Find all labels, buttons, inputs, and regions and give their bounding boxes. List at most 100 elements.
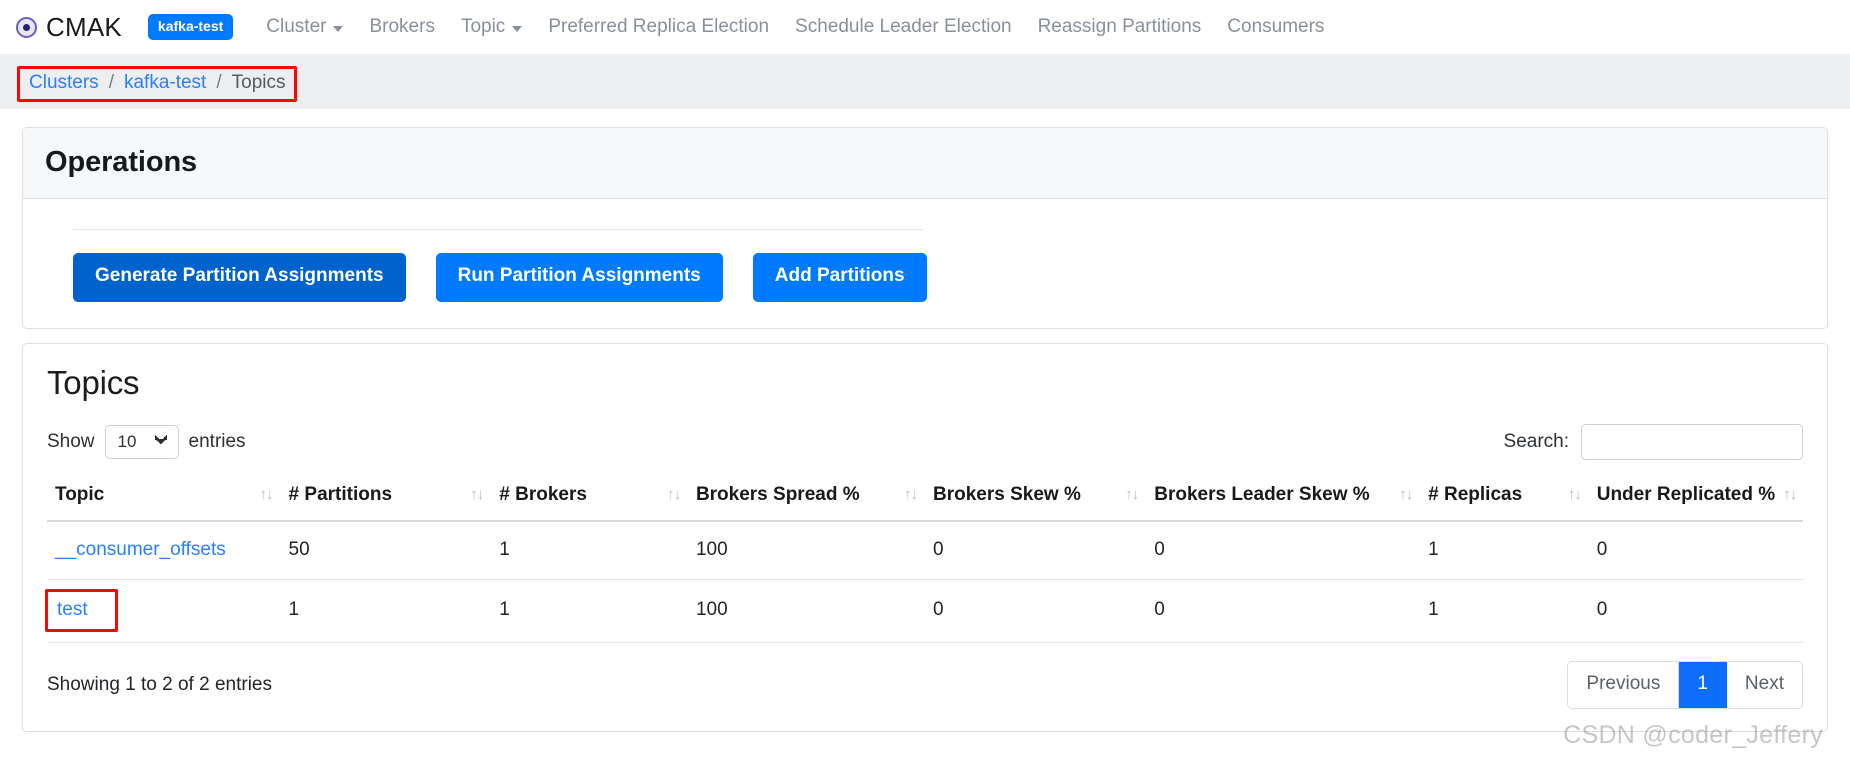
chevron-down-icon [333, 26, 344, 32]
cluster-badge[interactable]: kafka-test [147, 14, 234, 40]
cell-under-replicated: 0 [1588, 579, 1803, 643]
table-footer: Showing 1 to 2 of 2 entries Previous 1 N… [47, 643, 1803, 721]
nav-item-label: Consumers [1227, 16, 1325, 37]
topics-table-head: Topic ↑↓ # Partitions ↑↓ # Brokers ↑↓ Br… [47, 473, 1803, 522]
breadcrumb-item-clusters[interactable]: Clusters [29, 72, 99, 94]
cell-topic: __consumer_offsets [47, 520, 281, 580]
breadcrumb-item-kafka-test[interactable]: kafka-test [124, 72, 206, 94]
topic-link[interactable]: test [57, 599, 88, 620]
sort-updown-icon: ↑↓ [1567, 486, 1582, 504]
nav-item-reassign-partitions[interactable]: Reassign Partitions [1025, 16, 1215, 38]
breadcrumb-separator: / [108, 72, 114, 93]
operations-card-body: Generate Partition Assignments Run Parti… [23, 199, 1827, 328]
column-header-brokers-spread[interactable]: Brokers Spread % ↑↓ [687, 473, 925, 522]
sort-updown-icon: ↑↓ [666, 486, 681, 504]
operations-card-header: Operations [23, 128, 1827, 199]
sort-updown-icon: ↑↓ [1399, 486, 1413, 504]
cell-topic: test [45, 579, 281, 643]
nav-item-brokers[interactable]: Brokers [356, 16, 447, 38]
brand-label: CMAK [46, 11, 122, 42]
cell-brokers-spread: 100 [687, 579, 925, 643]
sort-updown-icon: ↑↓ [259, 486, 274, 504]
search-input[interactable] [1581, 423, 1803, 460]
operations-card: Operations Generate Partition Assignment… [22, 127, 1828, 329]
nav-item-label: Reassign Partitions [1037, 16, 1202, 37]
column-label: Brokers Spread % [695, 483, 860, 505]
nav-item-label: Brokers [369, 16, 435, 37]
generate-partition-assignments-button[interactable]: Generate Partition Assignments [73, 253, 406, 302]
column-label: # Replicas [1428, 483, 1523, 505]
cell-brokers-skew: 0 [924, 520, 1147, 580]
column-label: # Brokers [499, 483, 587, 505]
operations-button-row: Generate Partition Assignments Run Parti… [73, 230, 1777, 302]
pagination-page-1[interactable]: 1 [1679, 661, 1727, 708]
column-label: Brokers Leader Skew % [1154, 483, 1370, 505]
column-label: Under Replicated % [1596, 483, 1776, 505]
cell-brokers-leader-skew: 0 [1146, 579, 1421, 643]
column-header-topic[interactable]: Topic ↑↓ [47, 473, 281, 522]
table-row: __consumer_offsets 50 1 100 0 0 1 0 [47, 520, 1803, 580]
cell-partitions: 50 [280, 520, 492, 580]
column-header-brokers-leader-skew[interactable]: Brokers Leader Skew % ↑↓ [1146, 473, 1421, 522]
pagination-next[interactable]: Next [1726, 661, 1802, 708]
nav-item-preferred-replica-election[interactable]: Preferred Replica Election [535, 16, 782, 38]
entries-per-page-select[interactable]: 10 25 50 100 [104, 424, 179, 459]
nav-item-consumers[interactable]: Consumers [1214, 16, 1337, 38]
cell-brokers-skew: 0 [924, 579, 1147, 643]
table-info: Showing 1 to 2 of 2 entries [47, 673, 272, 695]
topics-card: Topics Show 10 25 50 100 entries Search: [22, 342, 1828, 732]
add-partitions-button[interactable]: Add Partitions [752, 253, 927, 302]
page-content: Operations Generate Partition Assignment… [0, 127, 1850, 732]
table-controls: Show 10 25 50 100 entries Search: [47, 418, 1803, 474]
topic-link[interactable]: __consumer_offsets [55, 539, 226, 560]
pagination-previous[interactable]: Previous [1568, 661, 1680, 708]
breadcrumb-separator: / [216, 72, 222, 93]
topics-table: Topic ↑↓ # Partitions ↑↓ # Brokers ↑↓ Br… [45, 473, 1803, 643]
topic-link-highlight: test [45, 588, 118, 632]
column-header-under-replicated[interactable]: Under Replicated % ↑↓ [1588, 473, 1803, 522]
operations-title: Operations [45, 146, 198, 178]
nav-item-label: Schedule Leader Election [795, 16, 1012, 37]
column-header-replicas[interactable]: # Replicas ↑↓ [1420, 473, 1589, 522]
cell-replicas: 1 [1420, 579, 1589, 643]
cell-under-replicated: 0 [1588, 520, 1803, 580]
nav-item-schedule-leader-election[interactable]: Schedule Leader Election [782, 16, 1025, 38]
brand-link[interactable]: CMAK [16, 12, 122, 43]
table-search-control: Search: [1504, 423, 1803, 460]
cell-brokers-leader-skew: 0 [1146, 520, 1421, 580]
nav-item-label: Cluster [266, 16, 327, 37]
column-label: # Partitions [288, 483, 393, 505]
chevron-down-icon [512, 26, 523, 32]
cell-partitions: 1 [280, 579, 492, 643]
nav-item-topic[interactable]: Topic [448, 16, 535, 38]
top-navbar: CMAK kafka-test Cluster Brokers Topic Pr… [0, 0, 1850, 54]
sort-updown-icon: ↑↓ [470, 486, 484, 504]
column-label: Topic [55, 483, 105, 505]
nav-item-cluster[interactable]: Cluster [253, 16, 356, 38]
operations-inner: Generate Partition Assignments Run Parti… [45, 229, 1805, 302]
column-header-brokers[interactable]: # Brokers ↑↓ [491, 473, 688, 522]
nav-item-label: Topic [460, 16, 506, 37]
show-label: Show [47, 430, 95, 452]
nav-item-label: Preferred Replica Election [548, 16, 770, 37]
breadcrumb-bar: Clusters / kafka-test / Topics [0, 54, 1850, 109]
sort-updown-icon: ↑↓ [1125, 486, 1139, 504]
topics-card-body: Topics Show 10 25 50 100 entries Search: [23, 344, 1827, 731]
breadcrumb-item-topics: Topics [231, 72, 286, 93]
cell-brokers-spread: 100 [687, 520, 925, 580]
cell-brokers: 1 [491, 520, 688, 580]
table-header-row: Topic ↑↓ # Partitions ↑↓ # Brokers ↑↓ Br… [47, 473, 1803, 522]
topics-table-body: __consumer_offsets 50 1 100 0 0 1 0 test… [45, 520, 1803, 643]
column-header-partitions[interactable]: # Partitions ↑↓ [280, 473, 492, 522]
sort-updown-icon: ↑↓ [1783, 486, 1797, 504]
table-row: test 1 1 100 0 0 1 0 [45, 579, 1803, 643]
column-header-brokers-skew[interactable]: Brokers Skew % ↑↓ [924, 473, 1147, 522]
cell-brokers: 1 [491, 579, 688, 643]
target-circle-icon [16, 16, 37, 38]
entries-label: entries [188, 430, 246, 452]
topics-title: Topics [47, 363, 140, 401]
sort-updown-icon: ↑↓ [903, 486, 918, 504]
cell-replicas: 1 [1420, 520, 1589, 580]
run-partition-assignments-button[interactable]: Run Partition Assignments [435, 253, 723, 302]
pagination: Previous 1 Next [1567, 660, 1803, 709]
